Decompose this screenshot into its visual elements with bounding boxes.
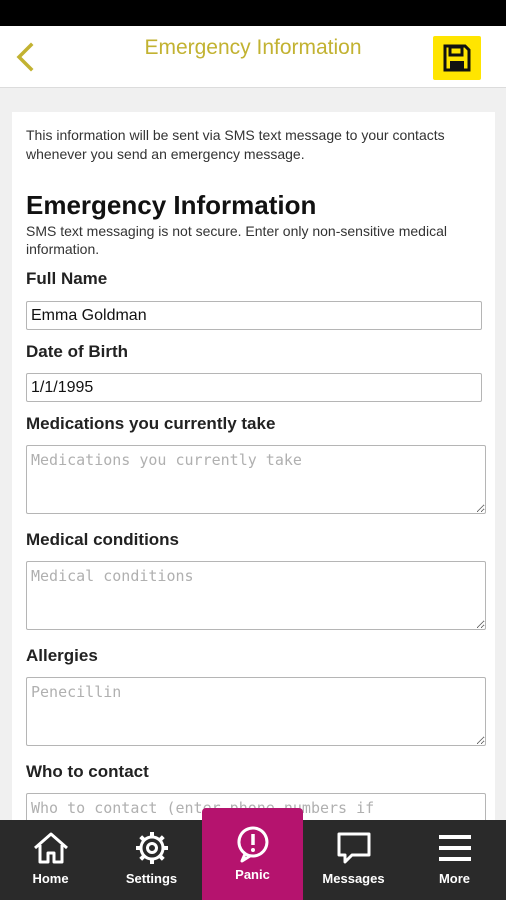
- dob-label: Date of Birth: [26, 342, 128, 361]
- tab-panic[interactable]: Panic: [202, 808, 303, 900]
- tab-more[interactable]: More: [404, 820, 505, 900]
- full-name-label: Full Name: [26, 269, 108, 288]
- tab-settings[interactable]: Settings: [101, 820, 202, 900]
- tab-settings-label: Settings: [125, 871, 178, 886]
- floppy-disk-icon: [443, 44, 471, 72]
- status-bar: [0, 0, 506, 26]
- allergies-field[interactable]: [26, 677, 486, 746]
- conditions-field[interactable]: [26, 561, 486, 630]
- gear-icon: [135, 832, 168, 864]
- page-title: Emergency Information: [144, 36, 362, 59]
- tab-more-label: More: [438, 871, 471, 886]
- tab-messages[interactable]: Messages: [303, 820, 404, 900]
- full-name-field[interactable]: [26, 301, 482, 330]
- save-button[interactable]: [433, 36, 481, 80]
- medications-field[interactable]: [26, 445, 486, 514]
- chat-bubble-icon: [337, 832, 370, 864]
- contact-label: Who to contact: [26, 762, 149, 781]
- tab-home-label: Home: [32, 871, 69, 886]
- intro-text: This information will be sent via SMS te…: [26, 127, 445, 162]
- form-title: Emergency Information: [26, 190, 317, 220]
- home-icon: [33, 832, 68, 864]
- app-header: Emergency Information: [0, 26, 506, 88]
- tab-messages-label: Messages: [322, 871, 385, 886]
- form-subtitle: SMS text messaging is not secure. Enter …: [26, 223, 447, 257]
- conditions-label: Medical conditions: [26, 530, 180, 549]
- alert-icon: [236, 826, 268, 863]
- menu-icon: [438, 835, 471, 861]
- tab-home[interactable]: Home: [0, 820, 101, 900]
- bottom-tab-bar: Home Settings Panic Messages More: [0, 808, 506, 900]
- medications-label: Medications you currently take: [26, 414, 276, 433]
- allergies-label: Allergies: [26, 646, 98, 665]
- tab-panic-label: Panic: [235, 867, 270, 882]
- emergency-info-card: This information will be sent via SMS te…: [12, 112, 495, 824]
- dob-field[interactable]: [26, 373, 482, 402]
